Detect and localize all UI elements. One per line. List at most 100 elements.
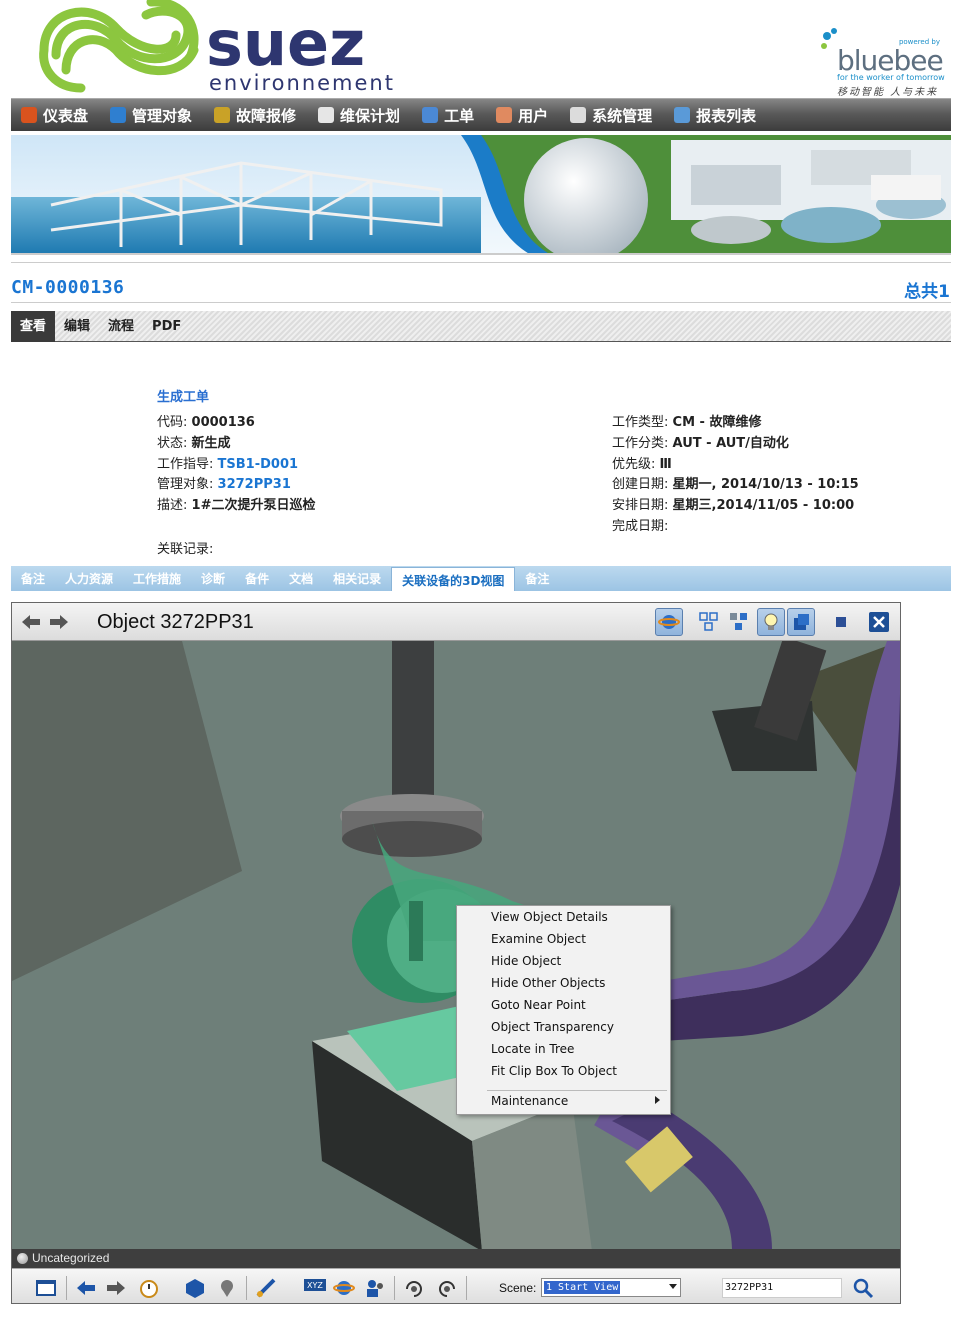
context-menu-item[interactable]: Object Transparency bbox=[491, 1020, 614, 1034]
orbit-icon[interactable] bbox=[333, 1277, 355, 1299]
field-label: 工作分类: bbox=[612, 435, 669, 451]
nav-item[interactable]: 维保计划 bbox=[318, 105, 400, 126]
main-nav: 仪表盘 管理对象 故障报修 维保计划 工单 用户 系统管理 报表列表 bbox=[11, 98, 951, 131]
nav-item[interactable]: 报表列表 bbox=[674, 105, 756, 126]
suez-logo: suez environnement bbox=[36, 0, 456, 96]
logo-wordmark: suez bbox=[206, 7, 365, 80]
back-arrow-icon[interactable] bbox=[20, 612, 42, 632]
field-label: 工作指导: bbox=[157, 456, 214, 472]
cube-view-icon[interactable] bbox=[184, 1277, 206, 1299]
repair-icon bbox=[214, 107, 231, 123]
map-pin-icon[interactable] bbox=[216, 1277, 238, 1299]
field-label: 状态: bbox=[157, 435, 188, 451]
solid-cubes-icon[interactable] bbox=[787, 608, 815, 636]
nav-item-label: 报表列表 bbox=[696, 106, 757, 125]
planet-view-icon[interactable] bbox=[655, 608, 683, 636]
scene-label: Scene: bbox=[499, 1281, 537, 1295]
field-value: AUT - AUT/自动化 bbox=[672, 435, 789, 451]
svg-text:XYZ: XYZ bbox=[307, 1281, 323, 1290]
panel-toggle-icon[interactable] bbox=[35, 1277, 57, 1299]
field-label: 描述: bbox=[157, 498, 188, 514]
context-menu-item[interactable]: Examine Object bbox=[491, 932, 586, 946]
field-value: 星期三,2014/11/05 - 10:00 bbox=[672, 498, 855, 514]
detail-tab[interactable]: 诊断 bbox=[191, 566, 235, 591]
shaded-cubes-icon[interactable] bbox=[725, 608, 753, 636]
category-bar: Uncategorized bbox=[12, 1249, 900, 1268]
detail-tab[interactable]: 备注 bbox=[11, 566, 55, 591]
record-code: CM-0000136 bbox=[11, 277, 125, 298]
nav-item[interactable]: 用户 bbox=[496, 105, 548, 126]
field-row: 优先级: Ⅲ bbox=[612, 455, 859, 476]
close-icon[interactable] bbox=[865, 608, 893, 636]
nav-item[interactable]: 管理对象 bbox=[110, 105, 192, 126]
stopwatch-icon[interactable] bbox=[138, 1277, 160, 1299]
scene-select[interactable]: 1 Start View bbox=[541, 1278, 681, 1297]
detail-tab[interactable]: 文档 bbox=[279, 566, 323, 591]
workorder-icon bbox=[422, 107, 439, 123]
field-label: 优先级: bbox=[612, 456, 656, 472]
action-tab[interactable]: 查看 bbox=[11, 310, 56, 342]
nav-item-label: 用户 bbox=[518, 106, 549, 125]
divider bbox=[11, 302, 951, 303]
nav-item-label: 仪表盘 bbox=[43, 106, 89, 125]
bluebee-logo: powered by bluebee for the worker of tom… bbox=[815, 22, 950, 100]
nav-item[interactable]: 系统管理 bbox=[570, 105, 652, 126]
measure-tool-icon[interactable] bbox=[255, 1277, 277, 1299]
nav-item[interactable]: 工单 bbox=[422, 105, 474, 126]
field-row: 工作指导: TSB1-D001 bbox=[157, 455, 315, 476]
field-row: 工作类型: CM - 故障维修 bbox=[612, 413, 859, 434]
field-row: 管理对象: 3272PP31 bbox=[157, 475, 315, 496]
nav-item[interactable]: 仪表盘 bbox=[21, 105, 88, 126]
context-menu-item[interactable]: View Object Details bbox=[491, 910, 608, 924]
field-row: 描述: 1#二次提升泵日巡检 bbox=[157, 496, 315, 517]
tools-icon bbox=[570, 107, 587, 123]
rotate-right-icon[interactable] bbox=[436, 1277, 458, 1299]
partner-slogan: 移动智能 人与未来 bbox=[837, 87, 939, 98]
object-search-input[interactable]: 3272PP31 bbox=[722, 1278, 842, 1298]
field-label: 代码: bbox=[157, 415, 188, 430]
detail-tab[interactable]: 工作措施 bbox=[123, 566, 191, 591]
lightbulb-icon[interactable] bbox=[757, 608, 785, 636]
detail-tab[interactable]: 备注 bbox=[515, 566, 559, 591]
field-link[interactable]: TSB1-D001 bbox=[218, 457, 299, 472]
context-menu-item[interactable]: Hide Object bbox=[491, 954, 561, 968]
action-tab[interactable]: 编辑 bbox=[55, 311, 99, 342]
plan-icon bbox=[318, 107, 335, 123]
field-row: 创建日期: 星期一, 2014/10/13 - 10:15 bbox=[612, 475, 859, 496]
rotate-left-icon[interactable] bbox=[403, 1277, 425, 1299]
action-tab[interactable]: 流程 bbox=[99, 311, 143, 342]
forward-arrow-icon[interactable] bbox=[48, 612, 70, 632]
field-value: CM - 故障维修 bbox=[672, 415, 762, 430]
action-tab[interactable]: PDF bbox=[143, 311, 190, 342]
field-label: 完成日期: bbox=[612, 518, 669, 534]
field-value: 0000136 bbox=[191, 415, 255, 430]
detail-tab[interactable]: 备件 bbox=[235, 566, 279, 591]
field-row: 工作分类: AUT - AUT/自动化 bbox=[612, 434, 859, 455]
xyz-axis-icon[interactable]: XYZ bbox=[303, 1277, 326, 1299]
field-value: 新生成 bbox=[191, 435, 231, 451]
detail-tabs: 备注 人力资源 工作措施 诊断 备件 文档 相关记录 关联设备的3D视图 备注 bbox=[11, 566, 951, 591]
section-title: 生成工单 bbox=[157, 390, 210, 405]
nav-item-label: 故障报修 bbox=[236, 106, 297, 125]
detail-tab[interactable]: 关联设备的3D视图 bbox=[391, 567, 516, 591]
globe-icon bbox=[110, 107, 127, 123]
field-value: 星期一, 2014/10/13 - 10:15 bbox=[672, 477, 859, 493]
menu-separator bbox=[487, 1090, 667, 1091]
viewer-bottom-toolbar: XYZ Scene: 1 Start View 3272PP31 bbox=[12, 1268, 900, 1303]
undo-arrow-icon[interactable] bbox=[75, 1277, 97, 1299]
nav-item[interactable]: 故障报修 bbox=[214, 105, 296, 126]
detail-tab[interactable]: 相关记录 bbox=[323, 566, 391, 591]
nav-item-label: 管理对象 bbox=[132, 106, 193, 125]
small-cube-icon[interactable] bbox=[827, 608, 855, 636]
field-link[interactable]: 3272PP31 bbox=[218, 477, 291, 492]
context-menu-item[interactable]: Locate in Tree bbox=[491, 1042, 574, 1056]
people-icon[interactable] bbox=[364, 1277, 386, 1299]
detail-tab[interactable]: 人力资源 bbox=[55, 566, 123, 591]
context-menu-submenu[interactable]: Maintenance bbox=[491, 1094, 568, 1108]
wireframe-cubes-icon[interactable] bbox=[695, 608, 723, 636]
context-menu-item[interactable]: Fit Clip Box To Object bbox=[491, 1064, 617, 1078]
redo-arrow-icon[interactable] bbox=[105, 1277, 127, 1299]
context-menu-item[interactable]: Goto Near Point bbox=[491, 998, 586, 1012]
context-menu-item[interactable]: Hide Other Objects bbox=[491, 976, 605, 990]
search-icon[interactable] bbox=[852, 1277, 874, 1299]
